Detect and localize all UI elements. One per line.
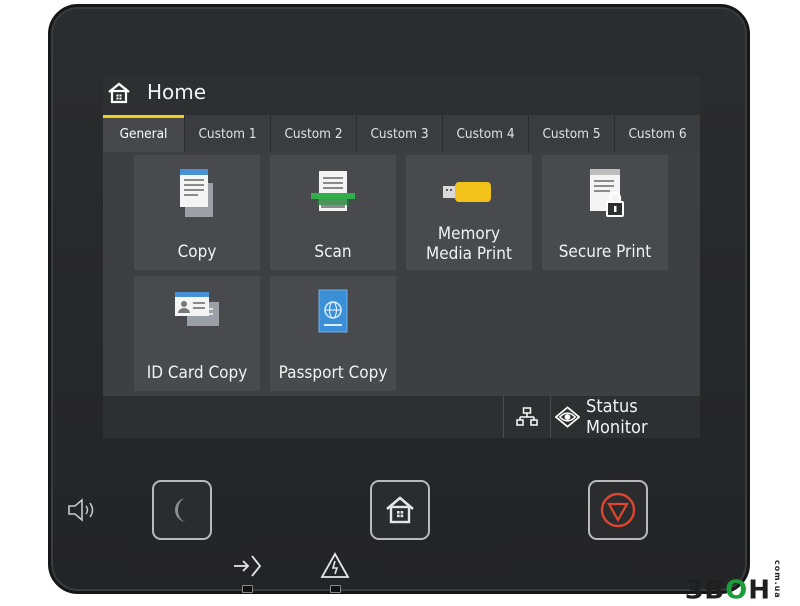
passport-copy-tile[interactable]: Passport Copy — [270, 276, 396, 391]
network-button[interactable] — [503, 396, 551, 438]
speaker-icon[interactable] — [66, 498, 100, 522]
home-header: Home — [103, 75, 700, 115]
tab-label: Custom 5 — [542, 125, 601, 142]
tab-general[interactable]: General — [103, 115, 185, 152]
scan-tile[interactable]: Scan — [270, 155, 396, 270]
page-title: Home — [147, 80, 207, 104]
data-in-icon — [234, 555, 262, 577]
secure-print-tile[interactable]: Secure Print — [542, 155, 668, 270]
tab-custom-6[interactable]: Custom 6 — [615, 115, 700, 152]
error-led — [330, 585, 341, 593]
copy-tile[interactable]: Copy — [134, 155, 260, 270]
id-card-copy-tile[interactable]: ID Card Copy — [134, 276, 260, 391]
sleep-button[interactable] — [152, 480, 212, 540]
eye-icon — [555, 406, 581, 428]
status-bar: Status Monitor — [103, 396, 700, 438]
tile-label: Passport Copy — [278, 363, 388, 383]
home-hardware-button[interactable] — [370, 480, 430, 540]
scan-icon — [311, 171, 355, 211]
tile-label: Secure Print — [558, 242, 652, 262]
touch-screen: Home General Custom 1 Custom 2 Custom 3 … — [103, 75, 700, 438]
tile-label: Memory Media Print — [426, 224, 512, 264]
tab-label: Custom 4 — [456, 125, 515, 142]
tab-custom-2[interactable]: Custom 2 — [271, 115, 357, 152]
status-monitor-label: Status Monitor — [586, 396, 648, 438]
tile-label: ID Card Copy — [146, 363, 248, 383]
tab-custom-3[interactable]: Custom 3 — [357, 115, 443, 152]
tab-label: General — [119, 125, 168, 142]
usb-memory-icon — [443, 182, 491, 202]
tab-bar: General Custom 1 Custom 2 Custom 3 Custo… — [103, 115, 700, 152]
copy-icon — [180, 169, 213, 217]
passport-icon — [318, 289, 348, 333]
home-icon — [108, 82, 130, 104]
stop-button[interactable] — [588, 480, 648, 540]
memory-media-print-tile[interactable]: Memory Media Print — [406, 155, 532, 270]
tab-label: Custom 6 — [628, 125, 687, 142]
network-icon — [516, 407, 538, 426]
secure-print-icon — [590, 169, 624, 217]
tab-label: Custom 2 — [284, 125, 343, 142]
function-tiles: Copy Scan Memory Media Print Secure Prin… — [103, 152, 700, 396]
tile-label: Copy — [177, 242, 217, 262]
tab-label: Custom 1 — [198, 125, 257, 142]
home-icon — [386, 496, 414, 524]
tab-label: Custom 3 — [370, 125, 429, 142]
stop-icon — [600, 492, 636, 528]
id-card-icon — [175, 292, 219, 326]
tab-custom-1[interactable]: Custom 1 — [185, 115, 271, 152]
tab-custom-4[interactable]: Custom 4 — [443, 115, 529, 152]
moon-icon — [175, 498, 187, 522]
status-monitor-button[interactable]: Status Monitor — [555, 396, 700, 438]
tab-custom-5[interactable]: Custom 5 — [529, 115, 615, 152]
data-led — [242, 585, 253, 593]
tile-label: Scan — [314, 242, 352, 262]
watermark-logo: ЗВOH com.ua — [684, 560, 782, 606]
warning-icon — [320, 552, 350, 578]
